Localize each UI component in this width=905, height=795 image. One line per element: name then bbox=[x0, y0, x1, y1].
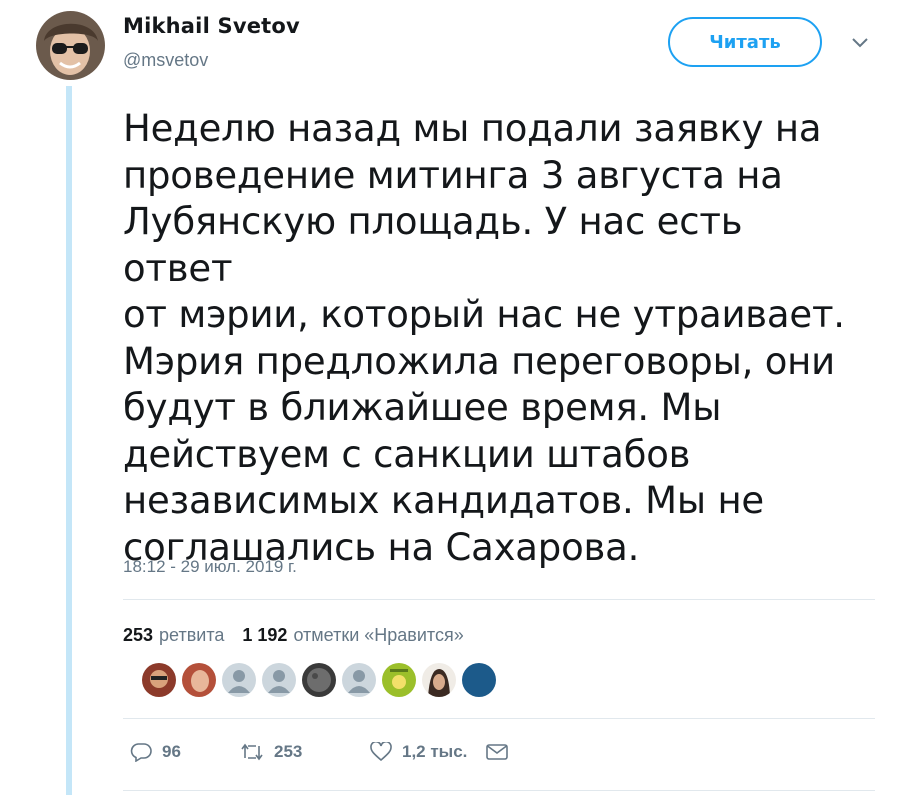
retweet-button[interactable]: 253 bbox=[240, 742, 370, 762]
reply-button[interactable]: 96 bbox=[130, 742, 240, 762]
tweet-line: проведение митинга 3 августа на bbox=[123, 153, 783, 197]
thread-line bbox=[66, 86, 72, 795]
retweets-stat[interactable]: 253 ретвита bbox=[123, 625, 224, 646]
likes-count: 1 192 bbox=[242, 625, 288, 645]
like-button[interactable]: 1,2 тыс. bbox=[370, 742, 486, 762]
likes-stat[interactable]: 1 192 отметки «Нравится» bbox=[242, 625, 463, 646]
tweet-line: от мэрии, который нас не утраивает. bbox=[123, 293, 845, 336]
liker-avatar[interactable] bbox=[422, 663, 456, 697]
tweet-line: Неделю назад мы подали заявку на bbox=[123, 107, 822, 150]
reply-icon bbox=[130, 742, 152, 762]
timestamp[interactable]: 18:12 - 29 июл. 2019 г. bbox=[123, 557, 297, 577]
tweet-line: будут в ближайшее время. Мы bbox=[123, 386, 722, 429]
liker-avatar[interactable] bbox=[302, 663, 336, 697]
heart-icon bbox=[370, 742, 392, 762]
tweet-line: действуем с санкции штабов bbox=[123, 432, 691, 476]
avatar[interactable] bbox=[36, 11, 105, 80]
liker-avatar[interactable] bbox=[222, 663, 256, 697]
liker-avatar[interactable] bbox=[382, 663, 416, 697]
author-name[interactable]: Mikhail Svetov bbox=[123, 14, 300, 38]
like-count: 1,2 тыс. bbox=[402, 742, 468, 761]
reply-count: 96 bbox=[162, 742, 181, 761]
tweet-line: Мэрия предложила переговоры, они bbox=[123, 339, 835, 383]
envelope-icon bbox=[486, 743, 508, 761]
divider bbox=[123, 718, 875, 719]
author-handle[interactable]: @msvetov bbox=[123, 50, 208, 71]
retweet-count: 253 bbox=[274, 742, 303, 761]
liker-avatars bbox=[142, 663, 496, 697]
tweet-text: Неделю назад мы подали заявку на проведе… bbox=[123, 106, 863, 571]
action-bar: 96 253 1,2 тыс. bbox=[130, 742, 508, 762]
chevron-down-icon[interactable] bbox=[850, 36, 870, 50]
divider bbox=[123, 790, 875, 791]
likes-label: отметки «Нравится» bbox=[293, 625, 464, 645]
retweets-count: 253 bbox=[123, 625, 154, 645]
liker-avatar[interactable] bbox=[262, 663, 296, 697]
retweets-label: ретвита bbox=[159, 625, 225, 645]
liker-avatar[interactable] bbox=[462, 663, 496, 697]
liker-avatar[interactable] bbox=[342, 663, 376, 697]
liker-avatar[interactable] bbox=[142, 663, 176, 697]
tweet-line: Лубянскую площадь. У нас есть ответ bbox=[123, 200, 743, 290]
liker-avatar[interactable] bbox=[182, 663, 216, 697]
divider bbox=[123, 599, 875, 600]
retweet-icon bbox=[240, 742, 264, 762]
direct-message-button[interactable] bbox=[486, 743, 508, 761]
follow-button[interactable]: Читать bbox=[668, 17, 822, 67]
stats-row: 253 ретвита 1 192 отметки «Нравится» bbox=[123, 625, 464, 646]
tweet-line: независимых кандидатов. Мы не bbox=[123, 479, 764, 522]
